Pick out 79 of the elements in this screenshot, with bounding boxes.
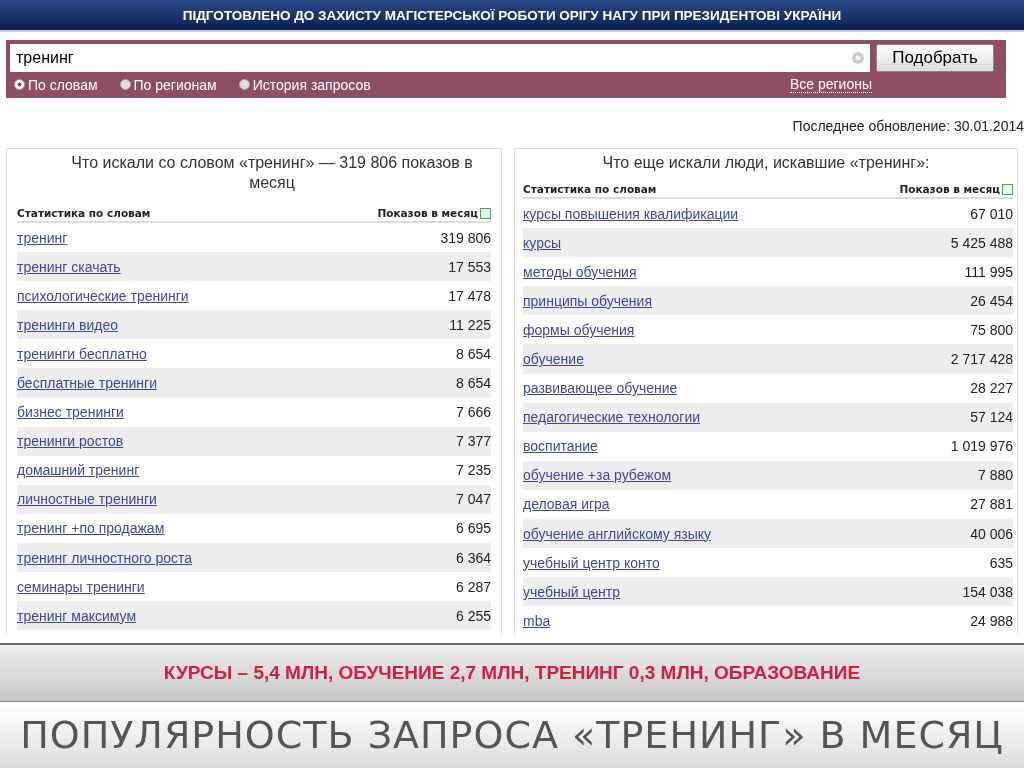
- radio-button[interactable]: [14, 79, 25, 90]
- last-update-text: Последнее обновление: 30.01.2014: [792, 118, 1024, 134]
- keyword-link[interactable]: тренинг личностного роста: [17, 549, 193, 566]
- count-cell: 1 019 976: [950, 438, 1013, 455]
- keyword-link[interactable]: курсы повышения квалификации: [523, 205, 739, 222]
- keyword-link[interactable]: бесплатные тренинги: [17, 375, 157, 391]
- count-cell: 8 654: [455, 345, 491, 362]
- count-cell: 635: [989, 554, 1013, 571]
- count-cell: 26 454: [970, 292, 1013, 309]
- count-cell: 319 806: [440, 229, 491, 246]
- keyword-link[interactable]: домашний тренинг: [17, 462, 140, 479]
- count-cell: 67 010: [970, 205, 1013, 222]
- panel-title: Что еще искали люди, искавшие «тренинг»:: [601, 153, 931, 173]
- count-cell: 57 124: [970, 409, 1013, 426]
- count-cell: 6 695: [455, 520, 491, 537]
- count-cell: 5 425 488: [950, 234, 1013, 251]
- keyword-link[interactable]: семинары тренинги: [17, 578, 145, 595]
- export-icon[interactable]: [480, 207, 491, 219]
- column-header: Показов в месяц: [899, 183, 1000, 195]
- column-header: Статистика по словам: [523, 183, 657, 195]
- count-cell: 2 717 428: [950, 351, 1013, 367]
- column-header: Статистика по словам: [17, 207, 151, 219]
- count-cell: 24 988: [970, 612, 1013, 629]
- pick-button[interactable]: Подобрать: [876, 44, 994, 72]
- count-cell: 6 287: [455, 578, 491, 595]
- count-cell: 75 800: [970, 321, 1013, 338]
- count-cell: 27 881: [970, 496, 1013, 513]
- count-cell: 6 255: [455, 607, 491, 624]
- keyword-link[interactable]: курсы: [523, 234, 561, 251]
- keyword-link[interactable]: тренинг +по продажам: [17, 520, 165, 537]
- keyword-link[interactable]: тренинг максимум: [17, 607, 137, 624]
- regions-link[interactable]: Все регионы: [789, 76, 872, 93]
- keyword-link[interactable]: развивающее обучение: [523, 380, 678, 397]
- keyword-link[interactable]: обучение: [523, 351, 584, 367]
- count-cell: 7 377: [455, 433, 491, 450]
- count-cell: 17 478: [448, 287, 491, 304]
- keyword-link[interactable]: личностные тренинги: [17, 491, 157, 508]
- export-icon[interactable]: [1002, 183, 1013, 195]
- keyword-link[interactable]: обучение английскому языку: [523, 525, 711, 542]
- keyword-link[interactable]: обучение +за рубежом: [523, 467, 672, 484]
- count-cell: 154 038: [962, 583, 1013, 600]
- count-cell: 28 227: [970, 380, 1013, 397]
- count-cell: 7 666: [455, 404, 491, 421]
- keyword-link[interactable]: деловая игра: [523, 496, 610, 513]
- keyword-link[interactable]: тренинги видео: [17, 316, 119, 333]
- keyword-link[interactable]: педагогические технологии: [523, 409, 701, 426]
- keyword-link[interactable]: учебный центр: [523, 583, 621, 600]
- count-cell: 7 235: [455, 462, 491, 479]
- keyword-link[interactable]: формы обучения: [523, 321, 635, 338]
- panel-title: Что искали со словом «тренинг» — 319 806 показов в месяц: [70, 153, 474, 193]
- count-cell: 8 654: [455, 375, 491, 391]
- count-cell: 6 364: [455, 549, 491, 566]
- keyword-link[interactable]: тренинг скачать: [17, 258, 121, 275]
- keyword-link[interactable]: методы обучения: [523, 263, 637, 280]
- slide-title: ПОПУЛЯРНОСТЬ ЗАПРОСА «ТРЕНИНГ» В МЕСЯЦ: [20, 713, 1004, 757]
- count-cell: 7 880: [977, 467, 1013, 484]
- keyword-link[interactable]: тренинги ростов: [17, 433, 124, 450]
- slide-header-title: ПІДГОТОВЛЕНО ДО ЗАХИСТУ МАГІСТЕРСЬКОЇ РОБОТИ ОРІГУ НАГУ ПРИ ПРЕЗИДЕНТОВІ УКРАЇНИ: [182, 7, 842, 23]
- keyword-link[interactable]: принципы обучения: [523, 292, 652, 309]
- keyword-link[interactable]: бизнес тренинги: [17, 404, 124, 421]
- radio-label: По регионам: [133, 76, 217, 93]
- radio-button[interactable]: [238, 79, 250, 90]
- radio-button[interactable]: [119, 79, 131, 90]
- keyword-link[interactable]: mba: [523, 612, 551, 629]
- count-cell: 11 225: [449, 316, 491, 333]
- keyword-link[interactable]: воспитание: [523, 438, 598, 455]
- count-cell: 7 047: [455, 491, 491, 508]
- count-cell: 111 995: [964, 263, 1013, 280]
- keyword-link[interactable]: учебный центр конто: [523, 554, 660, 571]
- keyword-link[interactable]: тренинги бесплатно: [17, 345, 147, 362]
- column-header: Показов в месяц: [377, 207, 478, 219]
- search-field[interactable]: тренинг: [10, 44, 870, 72]
- keyword-link[interactable]: психологические тренинги: [17, 287, 189, 304]
- count-cell: 17 553: [448, 258, 491, 275]
- radio-label: История запросов: [252, 76, 371, 93]
- count-cell: 40 006: [970, 525, 1013, 542]
- summary-text: КУРСЫ – 5,4 МЛН, ОБУЧЕНИЕ 2,7 МЛН, ТРЕНИНГ 0,3 МЛН, ОБРАЗОВАНИЕ: [163, 662, 861, 684]
- keyword-link[interactable]: тренинг: [17, 229, 68, 246]
- radio-label: По словам: [28, 76, 98, 93]
